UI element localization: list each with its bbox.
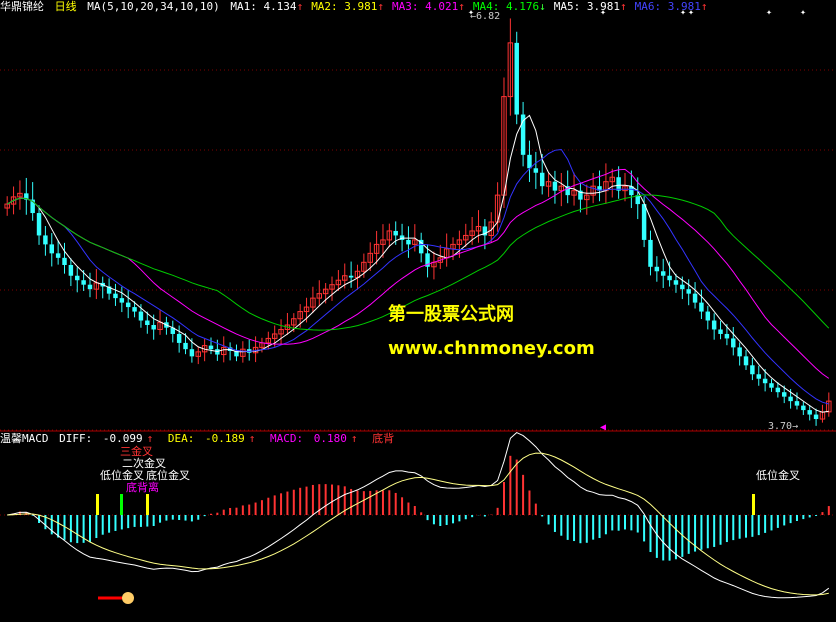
candle-body <box>616 177 621 191</box>
candle-body <box>724 333 730 339</box>
candle-body <box>36 213 42 236</box>
candle-body <box>731 338 736 348</box>
candle-body <box>62 257 67 265</box>
stock-chart-window: ✦ ✦ ✦ ✦ ✦ ✦ ◀ 华鼎锦纶 日线 MA(5,10,20,34,10,10) MA1… <box>0 0 836 622</box>
low-price-mark: 3.70→ <box>768 421 799 432</box>
candle-body <box>756 374 761 379</box>
cursor-marker-icon: ◀ <box>600 422 606 433</box>
candle-body <box>527 154 532 169</box>
candle-body <box>145 320 150 325</box>
candle-body <box>680 284 685 290</box>
watermark-url: www.chnmoney.com <box>388 338 595 359</box>
candle-body <box>183 342 188 350</box>
candle-body <box>692 293 698 303</box>
candle-body <box>737 347 742 357</box>
candle-body <box>654 266 660 272</box>
candle-body <box>711 320 717 330</box>
candle-body <box>68 264 74 276</box>
macd-label: MACD: 0.180 ↑ <box>270 432 358 445</box>
period-label[interactable]: 日线 <box>55 0 77 13</box>
candle-body <box>514 42 519 115</box>
macd-header: 温馨MACD DIFF: -0.099 ↑ DEA: -0.189 ↑ MACD: … <box>0 432 398 446</box>
signal-di-bei-li: 底背离 <box>126 481 159 494</box>
stock-name[interactable]: 华鼎锦纶 <box>0 0 44 13</box>
candle-body <box>208 345 214 350</box>
signal-marker <box>96 494 99 515</box>
candle-body <box>393 230 398 236</box>
candle-body <box>406 239 411 245</box>
smiley-icon <box>122 592 134 604</box>
candle-body <box>539 172 545 187</box>
candle-body <box>49 244 54 254</box>
candle-body <box>667 275 672 281</box>
ma10-line <box>6 148 829 405</box>
candle-body <box>55 253 61 258</box>
candle-body <box>125 302 131 308</box>
ma5-line <box>6 114 829 413</box>
candle-body <box>660 271 666 276</box>
candle-body <box>743 356 749 366</box>
signal-marker <box>146 494 149 515</box>
candle-body <box>151 325 156 330</box>
ma-item-6: MA6: 3.981↑ <box>634 0 708 13</box>
candle-body <box>138 311 144 321</box>
candle-body <box>176 333 182 343</box>
candle-body <box>81 280 86 285</box>
ma-item-3: MA3: 4.021↑ <box>392 0 465 13</box>
candle-body <box>794 401 800 406</box>
indicator-name[interactable]: 温馨MACD <box>0 432 49 445</box>
signal-di-wei-jin-cha-2: 低位金叉 <box>756 469 800 482</box>
ma-item-2: MA2: 3.981↑ <box>311 0 385 13</box>
signal-marker <box>120 494 123 515</box>
candle-body <box>750 365 755 375</box>
candle-body <box>87 284 93 290</box>
candle-body <box>189 349 195 357</box>
candle-body <box>43 235 48 245</box>
high-price-mark: ←6.82 <box>470 11 501 22</box>
candle-body <box>801 405 806 411</box>
candle-body <box>119 298 125 303</box>
divergence-label: 底背 <box>372 432 395 445</box>
ma-params: MA(5,10,20,34,10,10) <box>87 0 220 13</box>
main-chart-header: 华鼎锦纶 日线 MA(5,10,20,34,10,10) MA1: 4.134↑… <box>0 0 719 14</box>
watermark-title: 第一股票公式网 <box>388 304 514 325</box>
candle-body <box>641 204 647 240</box>
ma-item-5: MA5: 3.981↑ <box>553 0 627 13</box>
candle-body <box>782 392 787 397</box>
candle-body <box>705 311 711 321</box>
candle-body <box>132 307 137 312</box>
candle-body <box>673 280 679 285</box>
signal-marker <box>752 494 755 515</box>
candle-body <box>788 396 793 402</box>
candle-body <box>648 239 653 267</box>
diff-label: DIFF: -0.099 ↑ <box>59 432 154 445</box>
dea-label: DEA: -0.189 ↑ <box>167 432 256 445</box>
candle-body <box>533 168 539 173</box>
candle-body <box>775 387 781 393</box>
candle-body <box>718 329 723 334</box>
candle-body <box>762 378 768 384</box>
candle-body <box>686 289 691 294</box>
candle-body <box>75 275 80 281</box>
ma-item-1: MA1: 4.134↑ <box>230 0 304 13</box>
candle-body <box>699 302 704 312</box>
candle-body <box>813 414 819 420</box>
candle-body <box>769 383 774 388</box>
candle-body <box>113 293 118 299</box>
star-icon: ✦ <box>766 7 772 18</box>
candle-body <box>348 275 354 278</box>
star-icon: ✦ <box>800 7 806 18</box>
candle-body <box>552 181 558 191</box>
candle-body <box>807 410 812 415</box>
